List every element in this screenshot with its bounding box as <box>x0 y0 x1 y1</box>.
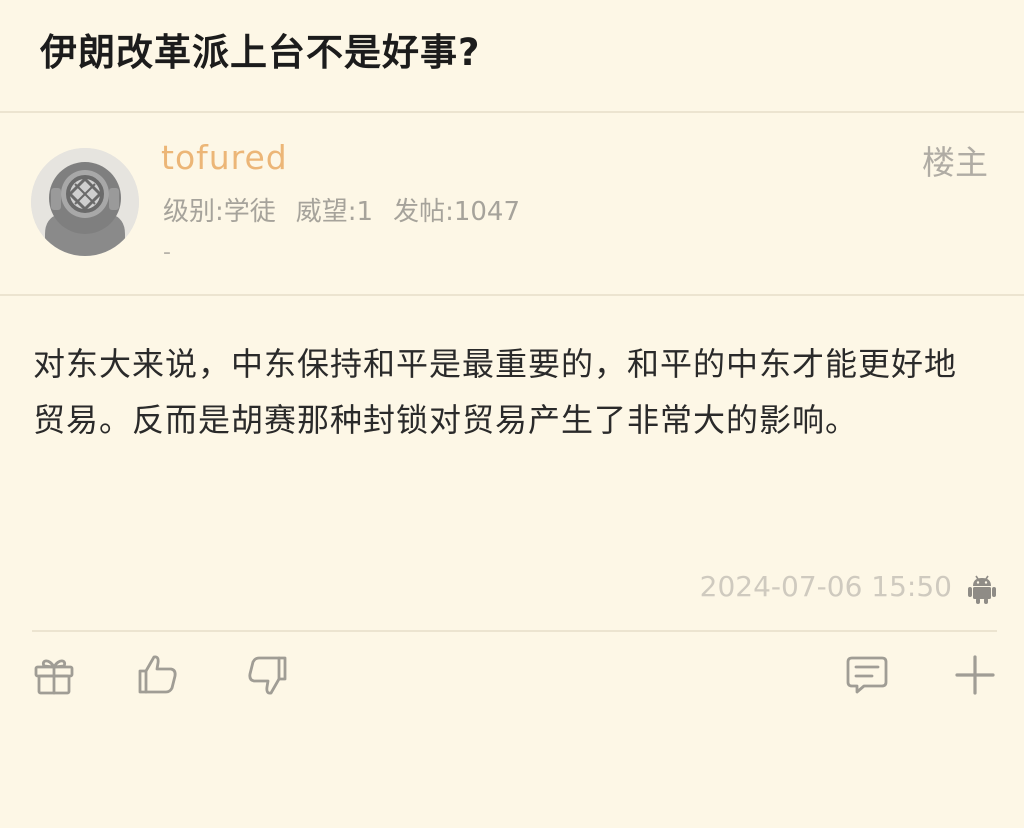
diver-helmet-icon <box>31 148 139 256</box>
floor-badge: 楼主 <box>922 143 988 182</box>
thread-title: 伊朗改革派上台不是好事? <box>40 31 481 74</box>
user-signature: - <box>163 240 171 265</box>
user-post-count: 发帖:1047 <box>393 197 521 227</box>
plus-icon[interactable] <box>952 652 998 698</box>
thumbs-up-icon[interactable] <box>135 652 181 698</box>
avatar[interactable] <box>31 148 139 256</box>
user-level: 级别:学徒 <box>163 197 276 227</box>
thumbs-down-icon[interactable] <box>244 652 290 698</box>
author-divider <box>0 294 1024 296</box>
footer-divider <box>32 630 997 632</box>
android-icon <box>968 575 996 604</box>
post-content: 对东大来说，中东保持和平是最重要的，和平的中东才能更好地贸易。反而是胡赛那种封锁… <box>33 345 958 439</box>
user-prestige: 威望:1 <box>295 197 374 227</box>
user-meta: 级别:学徒 威望:1 发帖:1047 <box>163 191 520 228</box>
comment-icon[interactable] <box>844 652 890 698</box>
post-timestamp: 2024-07-06 15:50 <box>699 570 952 603</box>
header-divider <box>0 111 1024 113</box>
username[interactable]: tofured <box>161 138 288 177</box>
gift-icon[interactable] <box>31 652 77 698</box>
